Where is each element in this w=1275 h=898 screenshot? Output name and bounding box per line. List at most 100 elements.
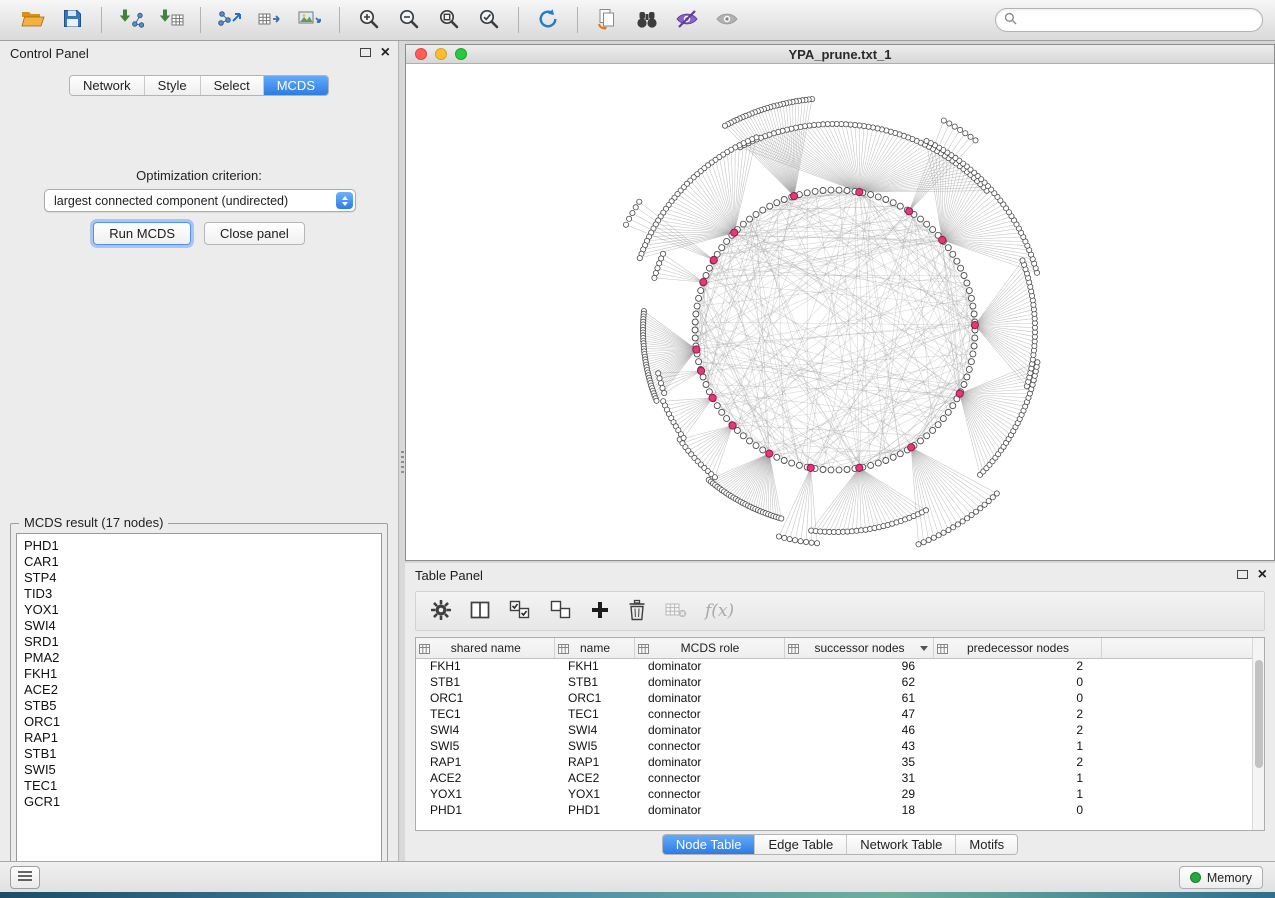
network-node[interactable] xyxy=(836,467,842,473)
network-node[interactable] xyxy=(722,123,727,128)
export-network-button[interactable] xyxy=(210,4,250,36)
network-node[interactable] xyxy=(930,227,936,233)
column-header-successor-nodes[interactable]: successor nodes xyxy=(784,638,933,658)
network-node[interactable] xyxy=(897,451,903,457)
network-node[interactable] xyxy=(698,288,704,294)
network-node[interactable] xyxy=(868,192,874,198)
network-node[interactable] xyxy=(958,127,963,132)
network-node[interactable] xyxy=(926,537,931,542)
table-settings-button[interactable] xyxy=(430,599,452,624)
close-panel-button[interactable]: Close panel xyxy=(204,222,305,245)
network-node[interactable] xyxy=(657,376,662,381)
network-node[interactable] xyxy=(658,381,663,386)
table-row[interactable]: PHD1PHD1dominator180 xyxy=(416,802,1264,818)
network-node[interactable] xyxy=(820,188,826,194)
network-node[interactable] xyxy=(789,460,795,466)
network-node[interactable] xyxy=(916,542,921,547)
network-node[interactable] xyxy=(627,216,632,221)
network-node[interactable] xyxy=(776,534,781,539)
mcds-result-item[interactable]: YOX1 xyxy=(24,602,381,618)
network-node[interactable] xyxy=(966,288,972,294)
column-header-name[interactable]: name xyxy=(554,638,634,658)
hide-selected-button[interactable] xyxy=(667,4,707,36)
network-node[interactable] xyxy=(724,416,730,422)
network-node[interactable] xyxy=(787,537,792,542)
refresh-button[interactable] xyxy=(528,4,568,36)
search-field[interactable] xyxy=(995,8,1263,32)
network-node[interactable] xyxy=(964,280,970,286)
scrollbar-thumb[interactable] xyxy=(1255,660,1263,768)
network-node[interactable] xyxy=(653,270,658,275)
network-node-dominator[interactable] xyxy=(807,464,814,471)
network-node[interactable] xyxy=(945,245,951,251)
network-node[interactable] xyxy=(1020,258,1025,263)
network-node[interactable] xyxy=(978,506,983,511)
network-node[interactable] xyxy=(740,221,746,227)
network-node[interactable] xyxy=(692,327,698,333)
tab-edge-table[interactable]: Edge Table xyxy=(755,835,847,854)
table-row[interactable]: STB1STB1dominator620 xyxy=(416,674,1264,690)
network-node[interactable] xyxy=(681,435,686,440)
network-node[interactable] xyxy=(923,508,928,513)
mcds-result-item[interactable]: SRD1 xyxy=(24,634,381,650)
network-node[interactable] xyxy=(964,374,970,380)
memory-button[interactable]: Memory xyxy=(1179,866,1263,889)
network-node[interactable] xyxy=(965,516,970,521)
network-node[interactable] xyxy=(719,409,725,415)
network-node[interactable] xyxy=(724,238,730,244)
network-canvas[interactable] xyxy=(406,64,1274,560)
network-node[interactable] xyxy=(844,467,850,473)
network-node[interactable] xyxy=(941,118,946,123)
export-table-button[interactable] xyxy=(250,4,290,36)
mcds-result-item[interactable]: PMA2 xyxy=(24,650,381,666)
float-panel-icon[interactable] xyxy=(360,48,371,57)
network-node[interactable] xyxy=(747,438,753,444)
network-node[interactable] xyxy=(836,187,842,193)
table-row[interactable]: YOX1YOX1connector291 xyxy=(416,786,1264,802)
table-row[interactable]: ORC1ORC1dominator610 xyxy=(416,690,1264,706)
network-node[interactable] xyxy=(633,205,638,210)
network-node[interactable] xyxy=(940,416,946,422)
network-node[interactable] xyxy=(952,124,957,129)
mcds-result-item[interactable]: RAP1 xyxy=(24,730,381,746)
network-node[interactable] xyxy=(828,187,834,193)
deselect-all-button[interactable] xyxy=(549,599,573,624)
open-file-button[interactable] xyxy=(12,4,52,36)
copy-view-button[interactable] xyxy=(587,4,627,36)
export-image-button[interactable] xyxy=(290,4,330,36)
network-node[interactable] xyxy=(924,138,929,143)
network-node[interactable] xyxy=(875,460,881,466)
network-node[interactable] xyxy=(935,422,941,428)
network-node[interactable] xyxy=(970,303,976,309)
network-node-dominator[interactable] xyxy=(766,450,773,457)
mcds-result-item[interactable]: FKH1 xyxy=(24,666,381,682)
network-node-dominator[interactable] xyxy=(956,390,963,397)
tab-select[interactable]: Select xyxy=(201,76,264,95)
network-node[interactable] xyxy=(781,458,787,464)
network-node[interactable] xyxy=(804,190,810,196)
network-node[interactable] xyxy=(782,535,787,540)
network-node[interactable] xyxy=(918,216,924,222)
network-node-dominator[interactable] xyxy=(698,367,705,374)
table-row[interactable]: FKH1FKH1dominator962 xyxy=(416,658,1264,674)
network-node-dominator[interactable] xyxy=(700,279,707,286)
network-node-dominator[interactable] xyxy=(693,346,700,353)
network-node[interactable] xyxy=(946,528,951,533)
network-node[interactable] xyxy=(692,319,698,325)
close-panel-icon[interactable]: × xyxy=(381,47,390,58)
network-node[interactable] xyxy=(890,200,896,206)
split-panel-button[interactable] xyxy=(469,599,491,624)
mcds-result-item[interactable]: STB5 xyxy=(24,698,381,714)
network-node[interactable] xyxy=(703,382,709,388)
network-node[interactable] xyxy=(630,210,635,215)
network-node[interactable] xyxy=(656,371,661,376)
network-node[interactable] xyxy=(921,540,926,545)
network-node[interactable] xyxy=(637,199,642,204)
panel-menu-button[interactable] xyxy=(10,866,40,889)
network-node[interactable] xyxy=(883,458,889,464)
network-node[interactable] xyxy=(753,211,759,217)
mcds-result-item[interactable]: SWI5 xyxy=(24,762,381,778)
network-node[interactable] xyxy=(966,366,972,372)
table-row[interactable]: RAP1RAP1dominator352 xyxy=(416,754,1264,770)
network-node[interactable] xyxy=(828,467,834,473)
